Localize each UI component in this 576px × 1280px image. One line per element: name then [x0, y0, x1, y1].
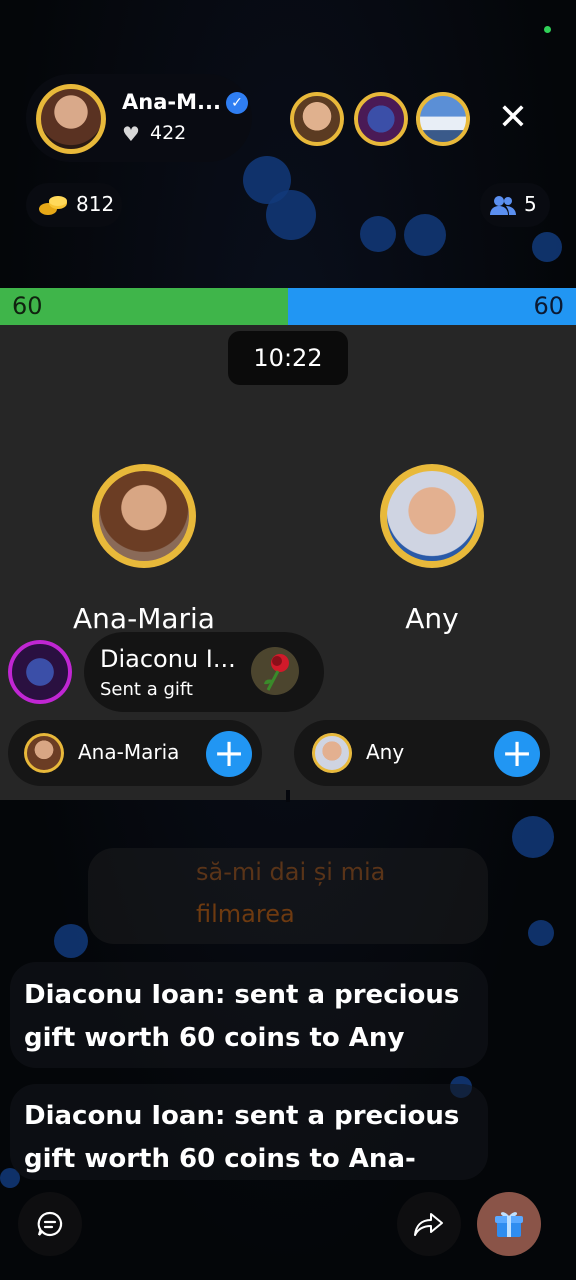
verified-badge-icon: ✓ — [226, 92, 248, 114]
likes-count: 422 — [150, 122, 187, 144]
host-name: Ana-M... — [122, 90, 221, 114]
bg-bubble — [512, 816, 554, 858]
chat-message-text: Diaconu Ioan: sent a precious gift worth… — [24, 980, 460, 1053]
bg-bubble — [266, 190, 316, 240]
top-viewer-avatar[interactable] — [290, 92, 344, 146]
battle-divider — [286, 790, 290, 802]
score-left: 60 — [12, 292, 43, 320]
bg-bubble — [360, 216, 396, 252]
score-bar-left — [0, 288, 288, 325]
viewers-icon — [490, 196, 516, 215]
score-right: 60 — [533, 292, 564, 320]
bg-bubble — [532, 232, 562, 262]
status-dot — [544, 26, 551, 33]
chat-faded-line-2: filmarea — [196, 900, 295, 928]
host-avatar[interactable] — [36, 84, 106, 154]
follow-right-name: Any — [366, 740, 405, 764]
coins-icon — [39, 196, 67, 215]
coins-count: 812 — [76, 192, 115, 216]
follow-left-avatar — [24, 733, 64, 773]
viewers-count: 5 — [524, 192, 537, 216]
follow-left-name: Ana-Maria — [78, 740, 180, 764]
chat-icon — [37, 1211, 63, 1237]
close-icon[interactable]: ✕ — [494, 98, 532, 138]
top-viewer-avatar[interactable] — [354, 92, 408, 146]
chat-faded-line-1: să-mi dai și mia — [196, 858, 386, 886]
battle-timer: 10:22 — [228, 331, 348, 385]
bg-bubble — [54, 924, 88, 958]
bg-bubble — [528, 920, 554, 946]
gift-subtitle: Sent a gift — [100, 679, 193, 700]
participant-right-avatar[interactable] — [380, 464, 484, 568]
heart-icon: ♥ — [122, 122, 140, 146]
rose-icon — [251, 647, 299, 695]
chat-message-text: Diaconu Ioan: sent a precious gift worth… — [24, 1101, 460, 1174]
follow-left-add-button[interactable]: + — [206, 731, 252, 777]
follow-right-avatar — [312, 733, 352, 773]
share-icon — [414, 1213, 443, 1236]
participant-left-name: Ana-Maria — [73, 602, 215, 635]
bg-bubble — [404, 214, 446, 256]
top-viewer-avatar[interactable] — [416, 92, 470, 146]
participant-right-name: Any — [405, 602, 459, 635]
participant-left-avatar[interactable] — [92, 464, 196, 568]
gift-icon — [495, 1212, 523, 1237]
follow-right-add-button[interactable]: + — [494, 731, 540, 777]
gift-sender-avatar[interactable] — [8, 640, 72, 704]
gift-sender-name: Diaconu I... — [100, 645, 236, 673]
